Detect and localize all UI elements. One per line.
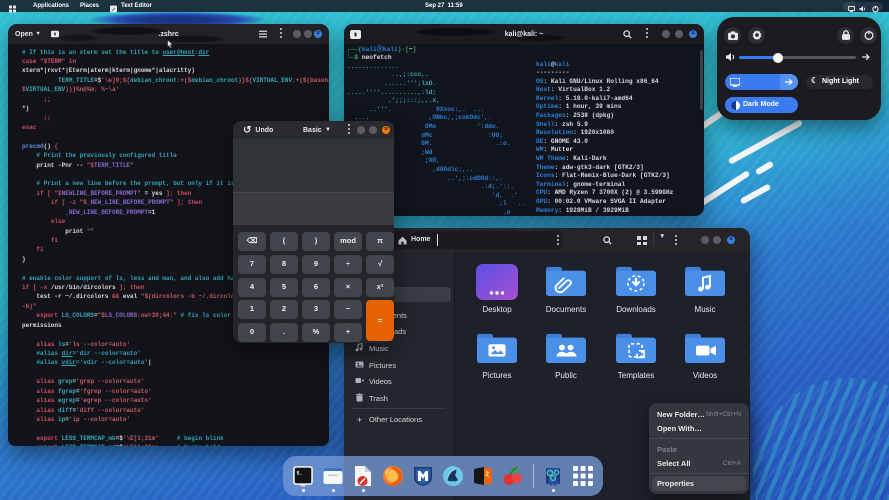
svg-text:$_: $_ bbox=[297, 471, 304, 477]
